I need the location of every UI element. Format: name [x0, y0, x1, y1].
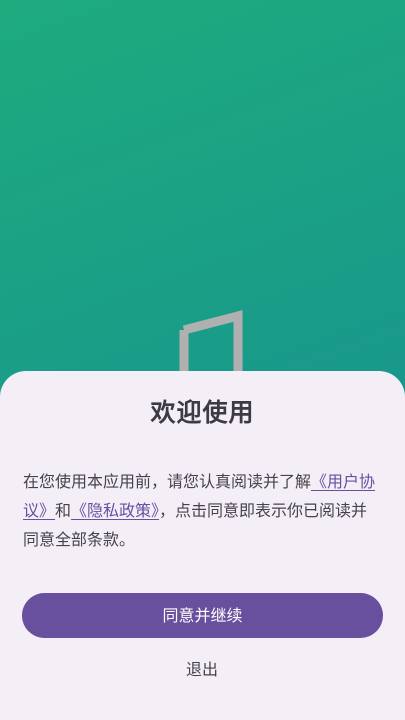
splash-screen: 欢迎使用 在您使用本应用前，请您认真阅读并了解《用户协议》和《隐私政策》，点击同… — [0, 0, 405, 720]
agree-and-continue-button[interactable]: 同意并继续 — [22, 593, 383, 638]
consent-text-before: 在您使用本应用前，请您认真阅读并了解 — [23, 472, 312, 491]
exit-button[interactable]: 退出 — [152, 655, 252, 685]
consent-text-and: 和 — [55, 501, 72, 520]
privacy-policy-link[interactable]: 《隐私政策》 — [71, 501, 159, 520]
privacy-consent-sheet: 欢迎使用 在您使用本应用前，请您认真阅读并了解《用户协议》和《隐私政策》，点击同… — [0, 371, 405, 720]
dialog-title: 欢迎使用 — [150, 398, 255, 427]
consent-message: 在您使用本应用前，请您认真阅读并了解《用户协议》和《隐私政策》，点击同意即表示你… — [23, 467, 383, 554]
